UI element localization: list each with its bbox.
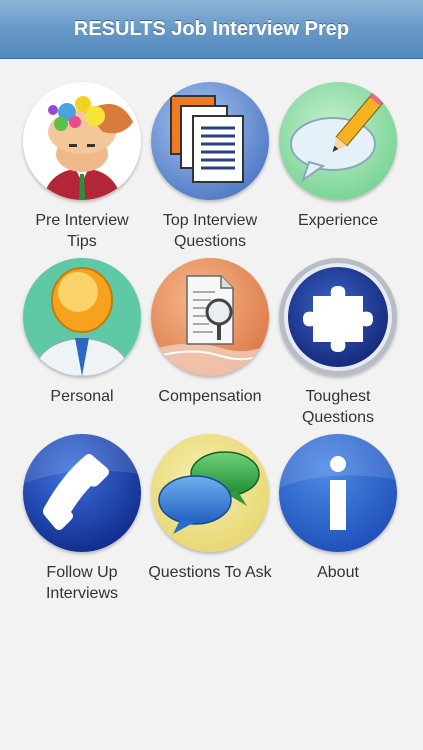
person-icon [23, 258, 141, 376]
document-magnifier-icon [151, 258, 269, 376]
menu-item-label: Pre Interview Tips [35, 212, 129, 250]
documents-icon [151, 82, 269, 200]
menu-item-label: Personal [50, 388, 114, 405]
info-icon [279, 434, 397, 552]
menu-item-follow-up-interviews[interactable]: Follow Up Interviews [12, 434, 152, 604]
phone-icon [23, 434, 141, 552]
menu-item-experience[interactable]: Experience [268, 82, 408, 231]
brain-lightbulb-icon [23, 82, 141, 200]
menu-item-label: About [317, 564, 359, 581]
menu-item-top-interview-questions[interactable]: Top Interview Questions [140, 82, 280, 252]
menu-item-label: Top Interview Questions [162, 212, 258, 250]
menu-item-questions-to-ask[interactable]: Questions To Ask [140, 434, 280, 583]
menu-item-label: Experience [297, 212, 379, 229]
menu-item-personal[interactable]: Personal [12, 258, 152, 407]
menu-item-about[interactable]: About [268, 434, 408, 583]
menu-item-label: Toughest Questions [301, 388, 375, 426]
puzzle-icon [279, 258, 397, 376]
app-title: RESULTS Job Interview Prep [73, 17, 350, 40]
navigation-bar: RESULTS Job Interview Prep [0, 0, 423, 59]
menu-item-pre-interview-tips[interactable]: Pre Interview Tips [12, 82, 152, 252]
menu-item-label: Compensation [158, 388, 262, 405]
menu-item-compensation[interactable]: Compensation [140, 258, 280, 407]
speech-bubble-pencil-icon [279, 82, 397, 200]
menu-item-toughest-questions[interactable]: Toughest Questions [268, 258, 408, 428]
menu-item-label: Questions To Ask [148, 564, 272, 581]
menu-item-label: Follow Up Interviews [45, 564, 119, 602]
chat-bubbles-icon [151, 434, 269, 552]
